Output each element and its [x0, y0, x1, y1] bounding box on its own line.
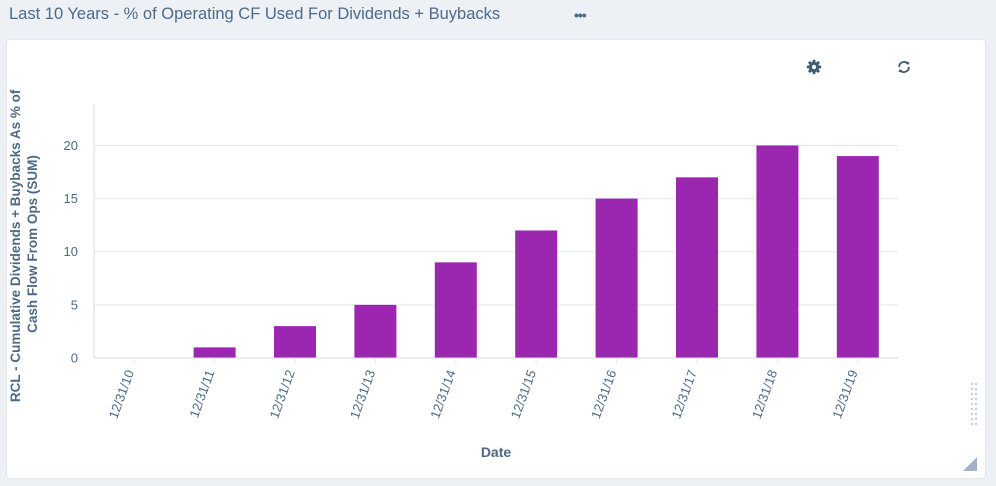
x-tick-label: 12/31/15 [508, 368, 539, 421]
y-axis-title-line-2: Cash Flow From Ops (SUM) [25, 155, 40, 333]
x-tick-label: 12/31/12 [266, 368, 297, 421]
x-tick-label: 12/31/18 [749, 368, 780, 421]
x-tick-label: 12/31/10 [106, 368, 137, 421]
y-axis-title: RCL - Cumulative Dividends + Buybacks As… [8, 86, 40, 402]
bar[interactable] [274, 326, 316, 358]
x-tick-label: 12/31/17 [668, 368, 699, 421]
y-tick-label: 10 [64, 244, 78, 259]
y-tick-label: 15 [64, 191, 78, 206]
dashboard-widget: Last 10 Years - % of Operating CF Used F… [0, 0, 996, 486]
y-tick-label: 20 [64, 138, 78, 153]
y-axis-title-line-1: RCL - Cumulative Dividends + Buybacks As… [8, 89, 23, 402]
y-tick-labels: 0 5 10 15 20 [64, 138, 78, 366]
x-tick-label: 12/31/13 [347, 368, 378, 421]
bar[interactable] [676, 177, 718, 358]
bar-chart: 05101520 12/31/10 12/31/11 12/31/12 12/31/1… [8, 86, 898, 460]
bar[interactable] [595, 198, 638, 358]
x-tick-label: 12/31/16 [588, 368, 619, 421]
more-options-button[interactable]: ••• [574, 6, 594, 24]
x-tick-label: 12/31/14 [427, 368, 458, 421]
widget-title: Last 10 Years - % of Operating CF Used F… [9, 5, 501, 23]
bar[interactable] [756, 145, 799, 358]
resize-handle-icon[interactable] [963, 457, 977, 471]
chart-card: 0 5 10 15 20 12/31/10 12/31/11 12/31/12 12/31/1… [7, 40, 985, 478]
bar[interactable] [515, 230, 558, 358]
x-tick-label: 12/31/19 [829, 368, 860, 421]
drag-handle-icon[interactable] [970, 382, 978, 428]
bar[interactable] [354, 304, 397, 358]
y-tick-label: 5 [71, 297, 78, 312]
x-axis-title: Date [481, 444, 512, 460]
x-tick-labels: 12/31/10 12/31/11 12/31/12 12/31/13 12/31/14… [106, 358, 861, 421]
bar[interactable] [193, 347, 236, 358]
widget-header: Last 10 Years - % of Operating CF Used F… [0, 0, 996, 36]
x-tick-label: 12/31/11 [186, 368, 217, 420]
y-tick-label: 0 [71, 351, 78, 366]
bar[interactable] [434, 262, 477, 358]
bar[interactable] [836, 156, 879, 358]
